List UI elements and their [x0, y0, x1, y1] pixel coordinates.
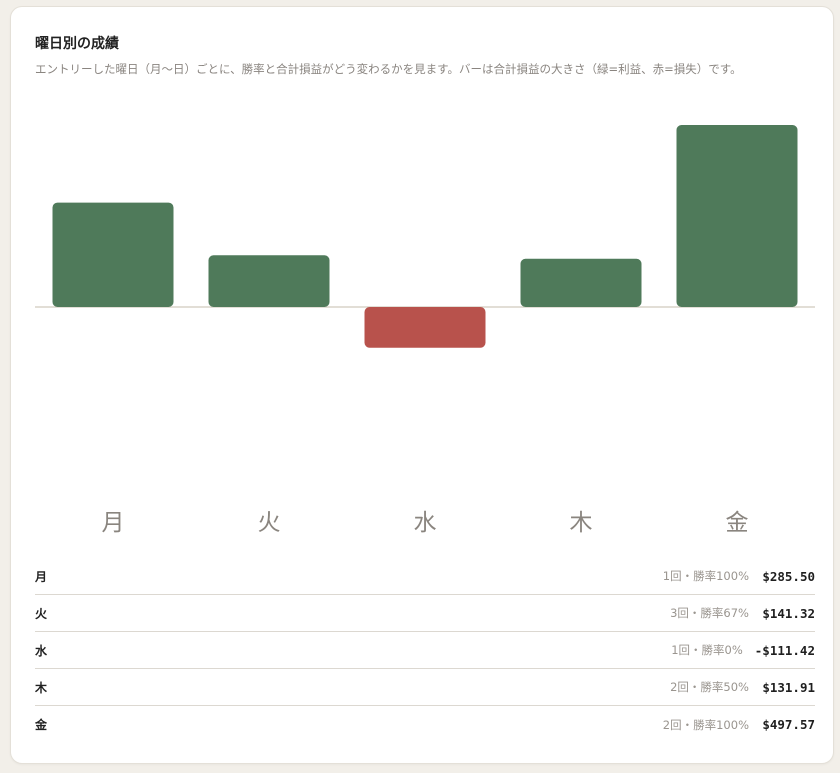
- bar-1[interactable]: [208, 255, 330, 307]
- bar-4[interactable]: [676, 125, 798, 307]
- row-day: 火: [35, 606, 48, 621]
- row-trades-winrate: 2回・勝率50%: [670, 680, 749, 694]
- x-tick-label-1: 火: [258, 510, 281, 536]
- x-tick-label-3: 木: [570, 510, 593, 536]
- row-pnl: $141.32: [762, 605, 815, 621]
- table-row: 金 2回・勝率100% $497.57: [35, 706, 815, 743]
- weekday-bar-chart: 月火水木金: [35, 125, 815, 536]
- weekday-performance-card: 曜日別の成績 エントリーした曜日（月〜日）ごとに、勝率と合計損益がどう変わるかを…: [10, 6, 834, 764]
- row-trades-winrate: 2回・勝率100%: [662, 717, 749, 732]
- weekday-summary-list: 月 1回・勝率100% $285.50 火 3回・勝率67% $141.32 水…: [35, 558, 815, 743]
- row-day: 木: [35, 680, 48, 695]
- bar-2[interactable]: [364, 307, 486, 348]
- row-trades-winrate: 1回・勝率100%: [662, 569, 749, 583]
- table-row: 月 1回・勝率100% $285.50: [35, 558, 815, 595]
- row-pnl: $285.50: [762, 568, 815, 584]
- bar-3[interactable]: [520, 258, 642, 307]
- bar-0[interactable]: [52, 202, 174, 307]
- row-trades-winrate: 3回・勝率67%: [670, 606, 749, 620]
- row-day: 月: [35, 569, 48, 584]
- x-tick-label-2: 水: [414, 510, 437, 536]
- row-day: 金: [35, 718, 48, 732]
- table-row: 木 2回・勝率50% $131.91: [35, 669, 815, 706]
- row-pnl: $497.57: [762, 717, 815, 732]
- row-trades-winrate: 1回・勝率0%: [671, 643, 743, 657]
- x-tick-label-0: 月: [102, 510, 125, 536]
- table-row: 火 3回・勝率67% $141.32: [35, 595, 815, 632]
- x-tick-label-4: 金: [726, 510, 749, 536]
- row-pnl: $131.91: [762, 679, 815, 695]
- row-pnl: -$111.42: [754, 642, 815, 658]
- row-day: 水: [35, 643, 48, 658]
- table-row: 水 1回・勝率0% -$111.42: [35, 632, 815, 669]
